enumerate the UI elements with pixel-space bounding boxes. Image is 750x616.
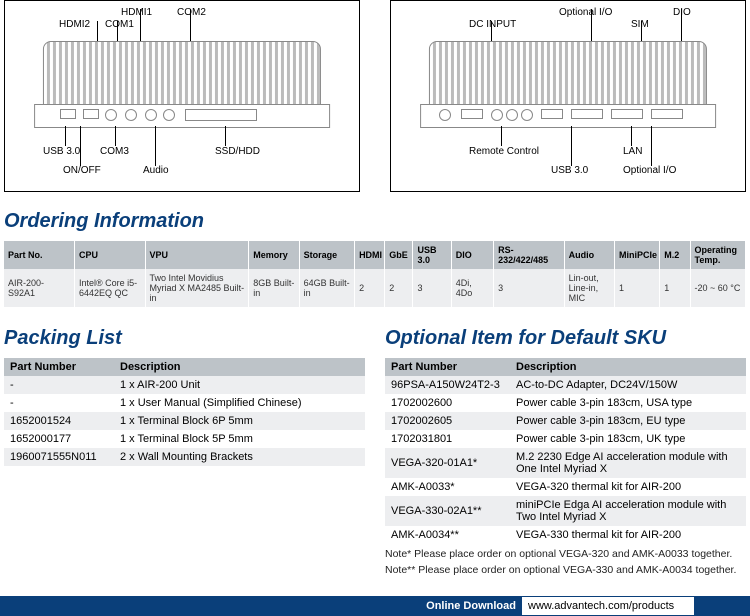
label-optional-io-top: Optional I/O	[559, 7, 612, 18]
ordering-table: Part No. CPU VPU Memory Storage HDMI GbE…	[4, 241, 746, 307]
optional-table: Part Number Description 96PSA-A150W24T2-…	[385, 358, 746, 544]
td-dio: 4Di, 4Do	[451, 269, 493, 307]
th-usb30: USB 3.0	[413, 241, 451, 269]
optional-note-2: Note** Please place order on optional VE…	[385, 564, 746, 576]
td-usb30: 3	[413, 269, 451, 307]
ordering-data-row: AIR-200-S92A1 Intel® Core i5-6442EQ QC T…	[4, 269, 746, 307]
packing-th-desc: Description	[114, 358, 365, 376]
table-row: 1960071555N0112 x Wall Mounting Brackets	[4, 448, 365, 466]
heading-packing: Packing List	[4, 327, 365, 350]
table-row: 16520015241 x Terminal Block 6P 5mm	[4, 412, 365, 430]
td-memory: 8GB Built-in	[249, 269, 299, 307]
label-optional-io-bottom: Optional I/O	[623, 165, 676, 176]
table-row: 1702002600Power cable 3-pin 183cm, USA t…	[385, 394, 746, 412]
td-gbe: 2	[385, 269, 413, 307]
diagram-rear: Optional I/O DIO DC INPUT SIM Remote Con…	[390, 0, 746, 192]
th-gbe: GbE	[385, 241, 413, 269]
label-lan: LAN	[623, 146, 642, 157]
table-row: 16520001771 x Terminal Block 5P 5mm	[4, 430, 365, 448]
io-diagrams: HDMI1 COM2 HDMI2 COM1 USB 3.0 COM3 SSD/H…	[4, 0, 746, 192]
th-optemp: Operating Temp.	[690, 241, 746, 269]
footer-download-label: Online Download	[0, 596, 522, 616]
heading-optional: Optional Item for Default SKU	[385, 327, 746, 350]
th-minipcie: MiniPCIe	[614, 241, 659, 269]
label-ssd-hdd: SSD/HDD	[215, 146, 260, 157]
label-remote-control: Remote Control	[469, 146, 539, 157]
table-row: AMK-A0033*VEGA-320 thermal kit for AIR-2…	[385, 478, 746, 496]
table-row: 96PSA-A150W24T2-3AC-to-DC Adapter, DC24V…	[385, 376, 746, 394]
label-onoff: ON/OFF	[63, 165, 101, 176]
label-sim: SIM	[631, 19, 649, 30]
th-partno: Part No.	[4, 241, 75, 269]
optional-th-pn: Part Number	[385, 358, 510, 376]
th-storage: Storage	[299, 241, 354, 269]
td-cpu: Intel® Core i5-6442EQ QC	[75, 269, 146, 307]
td-minipcie: 1	[614, 269, 659, 307]
table-row: -1 x User Manual (Simplified Chinese)	[4, 394, 365, 412]
diagram-front: HDMI1 COM2 HDMI2 COM1 USB 3.0 COM3 SSD/H…	[4, 0, 360, 192]
td-vpu: Two Intel Movidius Myriad X MA2485 Built…	[145, 269, 249, 307]
label-com3: COM3	[100, 146, 129, 157]
td-storage: 64GB Built-in	[299, 269, 354, 307]
table-row: 1702002605Power cable 3-pin 183cm, EU ty…	[385, 412, 746, 430]
label-usb30-front: USB 3.0	[43, 146, 80, 157]
footer-url: www.advantech.com/products	[522, 596, 695, 616]
td-hdmi: 2	[355, 269, 385, 307]
label-dio: DIO	[673, 7, 691, 18]
th-vpu: VPU	[145, 241, 249, 269]
th-cpu: CPU	[75, 241, 146, 269]
heading-ordering: Ordering Information	[4, 210, 746, 233]
label-audio: Audio	[143, 165, 169, 176]
ordering-header-row: Part No. CPU VPU Memory Storage HDMI GbE…	[4, 241, 746, 269]
table-row: 1702031801Power cable 3-pin 183cm, UK ty…	[385, 430, 746, 448]
packing-table: Part Number Description -1 x AIR-200 Uni…	[4, 358, 365, 466]
optional-note-1: Note* Please place order on optional VEG…	[385, 548, 746, 560]
td-m2: 1	[660, 269, 690, 307]
th-hdmi: HDMI	[355, 241, 385, 269]
footer-bar: Online Download www.advantech.com/produc…	[0, 596, 750, 616]
th-audio: Audio	[564, 241, 614, 269]
footer-stub	[695, 596, 750, 616]
th-dio: DIO	[451, 241, 493, 269]
label-hdmi1: HDMI1	[121, 7, 152, 18]
label-com2: COM2	[177, 7, 206, 18]
th-rs232: RS-232/422/485	[494, 241, 565, 269]
optional-th-desc: Description	[510, 358, 746, 376]
th-memory: Memory	[249, 241, 299, 269]
label-hdmi2: HDMI2	[59, 19, 90, 30]
packing-th-pn: Part Number	[4, 358, 114, 376]
th-m2: M.2	[660, 241, 690, 269]
label-com1: COM1	[105, 19, 134, 30]
table-row: AMK-A0034**VEGA-330 thermal kit for AIR-…	[385, 526, 746, 544]
table-row: VEGA-330-02A1**miniPCIe Edga AI accelera…	[385, 496, 746, 526]
label-dc-input: DC INPUT	[469, 19, 516, 30]
table-row: VEGA-320-01A1*M.2 2230 Edge AI accelerat…	[385, 448, 746, 478]
table-row: -1 x AIR-200 Unit	[4, 376, 365, 394]
td-partno: AIR-200-S92A1	[4, 269, 75, 307]
td-audio: Lin-out, Line-in, MIC	[564, 269, 614, 307]
label-usb30-rear: USB 3.0	[551, 165, 588, 176]
td-rs232: 3	[494, 269, 565, 307]
td-optemp: -20 ~ 60 °C	[690, 269, 746, 307]
